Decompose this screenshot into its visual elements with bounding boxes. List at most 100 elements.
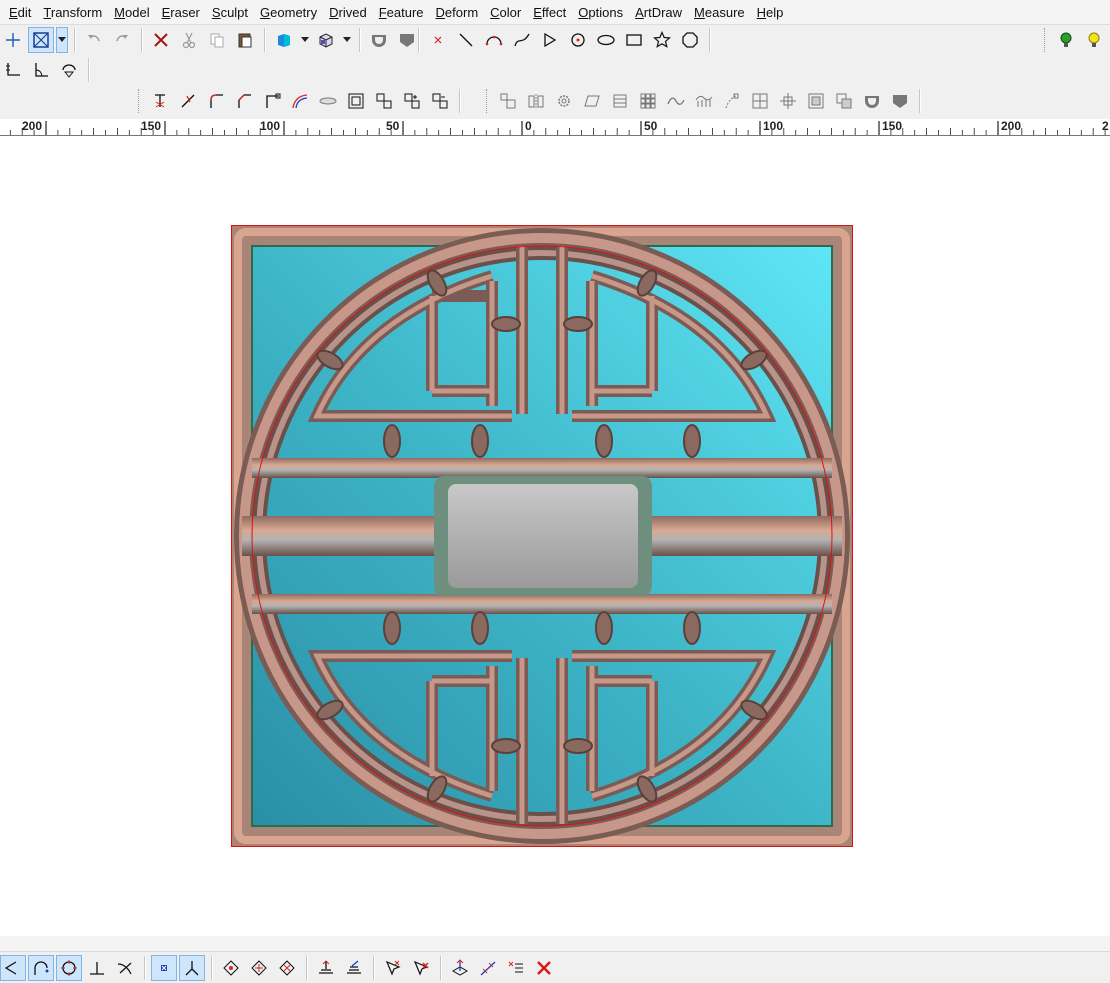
corner-icon[interactable] (259, 88, 285, 114)
rectangle-icon[interactable] (621, 27, 647, 53)
gear-icon[interactable] (551, 88, 577, 114)
intersect-snap-icon[interactable] (112, 955, 138, 981)
menu-transform[interactable]: Transform (37, 0, 108, 25)
curve-icon[interactable] (509, 27, 535, 53)
cut-icon[interactable] (176, 27, 202, 53)
separator (264, 28, 265, 52)
wave-icon[interactable] (663, 88, 689, 114)
menu-measure[interactable]: Measure (688, 0, 751, 25)
ellipse-icon[interactable] (593, 27, 619, 53)
angle-snap-icon[interactable] (179, 954, 205, 981)
menu-drived[interactable]: Drived (323, 0, 373, 25)
wave-array-icon[interactable] (691, 88, 717, 114)
pick-a-icon[interactable] (380, 955, 406, 981)
path-icon[interactable] (719, 88, 745, 114)
group-icon[interactable] (803, 88, 829, 114)
mirror-icon[interactable] (523, 88, 549, 114)
rotate-view-icon[interactable] (56, 57, 82, 83)
diamond-b-icon[interactable] (246, 955, 272, 981)
transform-a-icon[interactable] (447, 955, 473, 981)
view-cube-icon[interactable] (313, 27, 339, 53)
star-icon[interactable] (649, 27, 675, 53)
arc-snap-icon[interactable] (28, 954, 54, 981)
polyline-icon[interactable] (537, 27, 563, 53)
undo-icon[interactable] (81, 27, 107, 53)
redo-icon[interactable] (109, 27, 135, 53)
menu-geometry[interactable]: Geometry (254, 0, 323, 25)
ungroup-icon[interactable] (831, 88, 857, 114)
menu-color[interactable]: Color (484, 0, 527, 25)
extend-icon[interactable] (175, 88, 201, 114)
polygon-icon[interactable] (677, 27, 703, 53)
drawing-canvas[interactable] (0, 136, 1110, 936)
dropdown-arrow-icon[interactable] (56, 27, 68, 53)
menu-eraser[interactable]: Eraser (156, 0, 206, 25)
snap-tools (0, 954, 557, 982)
ruler-label: 0 (525, 119, 532, 133)
circle-snap-icon[interactable] (56, 954, 82, 981)
array-icon[interactable] (635, 88, 661, 114)
grid-snap-icon[interactable] (151, 954, 177, 981)
diamond-a-icon[interactable] (218, 955, 244, 981)
horizontal-ruler[interactable]: 200 150 100 50 0 50 100 150 200 2 (0, 119, 1110, 136)
close-x-icon[interactable] (531, 955, 557, 981)
layer-a-icon[interactable] (313, 955, 339, 981)
green-light-icon[interactable] (1053, 27, 1079, 53)
copy-icon[interactable] (204, 27, 230, 53)
menu-artdraw[interactable]: ArtDraw (629, 0, 688, 25)
node-add-icon[interactable] (399, 88, 425, 114)
relief-flat-icon[interactable] (887, 88, 913, 114)
arc-icon[interactable] (481, 27, 507, 53)
skew-icon[interactable] (579, 88, 605, 114)
dropdown-arrow-icon[interactable] (299, 27, 311, 53)
diamond-c-icon[interactable] (274, 955, 300, 981)
list-icon[interactable] (503, 955, 529, 981)
relief-round-icon[interactable] (859, 88, 885, 114)
flat-ellipse-icon[interactable] (315, 88, 341, 114)
fillet-icon[interactable] (203, 88, 229, 114)
align-icon[interactable] (495, 88, 521, 114)
crosshair-icon[interactable] (0, 27, 26, 53)
dropdown-arrow-icon[interactable] (341, 27, 353, 53)
menu-deform[interactable]: Deform (430, 0, 485, 25)
explode-icon[interactable] (775, 88, 801, 114)
snap-toolbar (0, 951, 1110, 983)
perpendicular-snap-icon[interactable] (84, 955, 110, 981)
layer-b-icon[interactable] (341, 955, 367, 981)
menu-options[interactable]: Options (572, 0, 629, 25)
line-icon[interactable] (453, 27, 479, 53)
select-box-icon[interactable] (28, 27, 54, 53)
grid-icon[interactable] (747, 88, 773, 114)
menu-help[interactable]: Help (751, 0, 790, 25)
menu-effect[interactable]: Effect (527, 0, 572, 25)
toolbar-lights (1044, 26, 1107, 54)
menu-edit[interactable]: Edit (0, 0, 37, 25)
angle-icon[interactable] (28, 57, 54, 83)
pick-b-icon[interactable] (408, 955, 434, 981)
frame-icon[interactable] (343, 88, 369, 114)
tangent-snap-icon[interactable] (0, 954, 26, 981)
menu-sculpt[interactable]: Sculpt (206, 0, 254, 25)
chamfer-icon[interactable] (231, 88, 257, 114)
circle-center-icon[interactable] (565, 27, 591, 53)
toolbar-grip (486, 89, 489, 113)
trim-icon[interactable] (147, 88, 173, 114)
menu-feature[interactable]: Feature (373, 0, 430, 25)
offset-curve-icon[interactable] (287, 88, 313, 114)
axis-icon[interactable] (0, 57, 26, 83)
relief-model[interactable] (231, 225, 853, 847)
menu-bar: Edit Transform Model Eraser Sculpt Geometry Dr… (0, 0, 1110, 25)
shade-mode-icon[interactable] (271, 27, 297, 53)
node-delete-icon[interactable] (427, 88, 453, 114)
separator (459, 89, 460, 113)
yellow-light-icon[interactable] (1081, 27, 1107, 53)
relief-round-icon[interactable] (366, 27, 392, 53)
delete-icon[interactable] (148, 27, 174, 53)
stack-icon[interactable] (607, 88, 633, 114)
menu-model[interactable]: Model (108, 0, 155, 25)
point-icon[interactable] (425, 27, 451, 53)
separator (74, 28, 75, 52)
transform-b-icon[interactable] (475, 955, 501, 981)
paste-icon[interactable] (232, 27, 258, 53)
node-edit-icon[interactable] (371, 88, 397, 114)
